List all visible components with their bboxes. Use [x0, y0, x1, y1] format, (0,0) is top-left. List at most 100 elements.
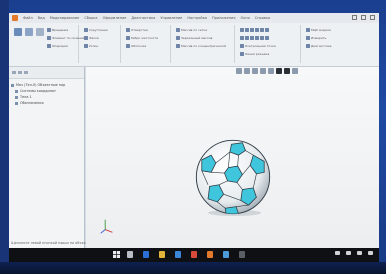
view-toolbar: [236, 68, 298, 76]
sphere-icon: [245, 36, 249, 40]
fillet-icon: [84, 28, 88, 32]
ribbon-group: Вращение Элемент по сечениям Операция: [11, 25, 86, 63]
ribbon-group: МЦХ модели Измерить Диагностика: [303, 25, 377, 63]
pan-icon[interactable]: [244, 68, 250, 74]
windows-taskbar: [9, 248, 379, 262]
notification-icon[interactable]: [368, 251, 373, 255]
windows-start-icon[interactable]: [113, 251, 120, 258]
wireframe-icon[interactable]: [284, 68, 290, 74]
ribbon-item[interactable]: Вращение: [47, 28, 68, 32]
maximize-button[interactable]: [361, 15, 366, 20]
panel-toolbar: [9, 67, 84, 79]
menu-item[interactable]: Приложения: [212, 16, 235, 20]
taskbar-apps: [127, 251, 245, 258]
ribbon-item[interactable]: Операция: [47, 44, 68, 48]
ribbon-item[interactable]: Диагностика: [306, 44, 332, 48]
ribbon-item[interactable]: МЦХ модели: [306, 28, 331, 32]
close-button[interactable]: [370, 15, 375, 20]
orientation-icon[interactable]: [260, 68, 266, 74]
menu-item[interactable]: Окно: [240, 16, 249, 20]
sketch-icon[interactable]: [36, 28, 44, 36]
ribbon-item[interactable]: Скругление: [84, 28, 108, 32]
draft-icon: [84, 44, 88, 48]
graphics-viewport[interactable]: [86, 67, 379, 248]
filter-icon[interactable]: [12, 71, 16, 74]
section-icon[interactable]: [292, 68, 298, 74]
ribbon-item[interactable]: Ребро жесткости: [126, 36, 158, 40]
volume-icon[interactable]: [346, 251, 351, 255]
language-icon[interactable]: [357, 251, 362, 255]
model-tree-panel: Мяч (Тел-0) Объектные пар Системы коорди…: [9, 67, 125, 248]
word-icon[interactable]: [223, 251, 229, 258]
torus-icon: [265, 36, 269, 40]
ribbon-item[interactable]: Зеркальный массив: [176, 36, 212, 40]
minimize-button[interactable]: [352, 15, 357, 20]
menu-bar: Файл Вид Моделирование Сборка Оформление…: [9, 13, 379, 23]
menu-item[interactable]: Файл: [23, 16, 33, 20]
ribbon-item[interactable]: Массив по концентрической: [176, 44, 226, 48]
task-view-icon[interactable]: [127, 251, 133, 258]
control-point-icon: [240, 44, 244, 48]
file-explorer-icon[interactable]: [159, 251, 165, 258]
menu-item[interactable]: Управление: [160, 16, 182, 20]
display-mode-icon[interactable]: [268, 68, 274, 74]
edge-icon[interactable]: [143, 251, 149, 258]
ribbon-item[interactable]: Контрольная точка: [240, 44, 276, 48]
menu-item[interactable]: Оформление: [103, 16, 127, 20]
menu-item[interactable]: Справка: [255, 16, 270, 20]
panel-toolbar-icons: [12, 71, 28, 74]
tree-view-icon[interactable]: [18, 71, 22, 74]
extrude-icon[interactable]: [14, 28, 22, 36]
rotate-view-icon[interactable]: [252, 68, 258, 74]
diagnostics-icon: [306, 44, 310, 48]
measure-icon: [306, 36, 310, 40]
toolbar-icons[interactable]: [240, 36, 269, 40]
body-icon: [15, 95, 18, 99]
office-icon[interactable]: [191, 251, 197, 258]
shaded-icon[interactable]: [276, 68, 282, 74]
parting-line-icon: [240, 52, 244, 56]
ribbon-item[interactable]: Линия разъема: [240, 52, 269, 56]
network-icon[interactable]: [335, 251, 340, 255]
coordinate-system-icon: [15, 89, 18, 93]
box-icon: [260, 36, 264, 40]
app-icon[interactable]: [239, 251, 245, 258]
store-icon[interactable]: [175, 251, 181, 258]
ribbon-item[interactable]: Уклон: [84, 44, 98, 48]
rib-icon: [126, 36, 130, 40]
plane-icon: [250, 28, 254, 32]
tree-item[interactable]: Обозначения: [11, 100, 82, 106]
menu-item[interactable]: Диагностика: [131, 16, 155, 20]
menu-item[interactable]: Сборка: [84, 16, 97, 20]
operation-icon: [47, 44, 51, 48]
zoom-icon[interactable]: [236, 68, 242, 74]
system-tray: [335, 251, 373, 255]
menu-item[interactable]: Вид: [38, 16, 45, 20]
cad-app-icon[interactable]: [207, 251, 213, 258]
menu-item[interactable]: Моделирование: [50, 16, 80, 20]
ribbon-item[interactable]: Измерить: [306, 36, 326, 40]
menu-item[interactable]: Настройка: [187, 16, 207, 20]
ribbon-item[interactable]: Оболочка: [126, 44, 146, 48]
grid-pattern-icon: [176, 28, 180, 32]
toolbar-icons[interactable]: [240, 28, 269, 32]
annotation-icon: [15, 101, 18, 105]
shell-icon: [126, 44, 130, 48]
part-icon: [11, 83, 14, 87]
hole-icon: [126, 28, 130, 32]
monitor-screen: Файл Вид Моделирование Сборка Оформление…: [9, 13, 379, 262]
settings-icon[interactable]: [24, 71, 28, 74]
window-controls: [352, 15, 375, 20]
app-logo-icon: [12, 15, 18, 21]
ribbon-item[interactable]: Массив по сетке: [176, 28, 207, 32]
soccer-ball-model[interactable]: [194, 138, 272, 216]
ribbon-group: Скругление Фаска Уклон: [81, 25, 121, 63]
ribbon-item[interactable]: Фаска: [84, 36, 99, 40]
monitor-bezel-bottom: [0, 262, 386, 274]
cut-icon[interactable]: [25, 28, 33, 36]
cylinder-icon: [250, 36, 254, 40]
chamfer-icon: [84, 36, 88, 40]
ribbon-item[interactable]: Отверстие: [126, 28, 148, 32]
ribbon-group: Отверстие Ребро жесткости Оболочка: [123, 25, 171, 63]
axis-icon: [245, 28, 249, 32]
